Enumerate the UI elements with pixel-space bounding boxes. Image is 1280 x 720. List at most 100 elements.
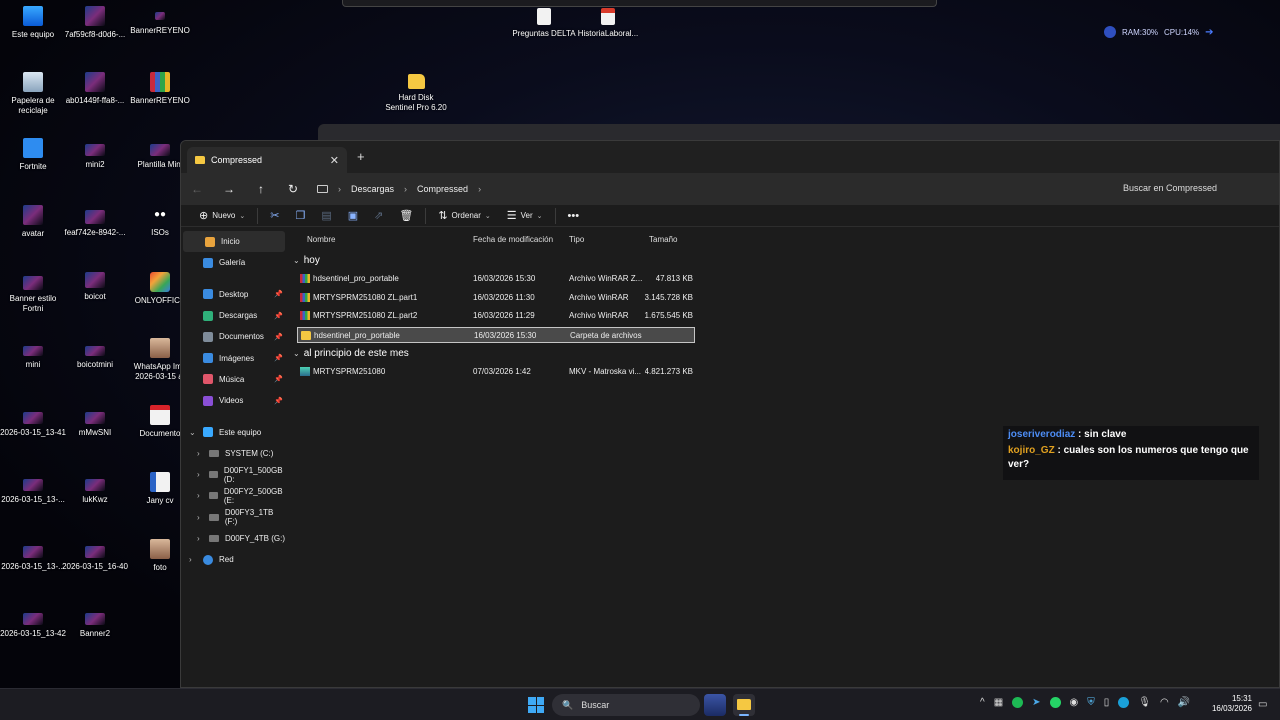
desktop-icon-image[interactable]: lukKwz bbox=[62, 479, 128, 505]
desktop-icon-banner2[interactable]: Banner2 bbox=[62, 613, 128, 639]
more-options-button[interactable]: ••• bbox=[560, 206, 588, 226]
sidebar-item-red[interactable]: › Red bbox=[181, 549, 287, 570]
desktop-icon-historia-laboral[interactable]: HistoriaLaboral... bbox=[575, 8, 641, 39]
desktop-icon-banner[interactable]: BannerREYENO bbox=[127, 6, 193, 36]
desktop-icon-este-equipo[interactable]: Este equipo bbox=[0, 6, 66, 40]
copy-button[interactable]: ❐ bbox=[287, 206, 313, 226]
this-pc-icon[interactable] bbox=[317, 185, 328, 193]
desktop-icon-image[interactable]: mMwSNI bbox=[62, 412, 128, 438]
security-icon[interactable]: ⛨ bbox=[1087, 697, 1095, 708]
group-header-este-mes[interactable]: ⌄ al principio de este mes bbox=[293, 348, 409, 359]
desktop-icon-screenshot[interactable]: 2026-03-15_13-42 bbox=[0, 613, 66, 639]
desktop-icon-preguntas-delta[interactable]: Preguntas DELTA bbox=[511, 8, 577, 39]
desktop-icon-screenshot[interactable]: 2026-03-15_13-... bbox=[0, 546, 66, 572]
desktop-icon-image[interactable]: boicot bbox=[62, 272, 128, 302]
sidebar-item-drive-e[interactable]: › D00FY2_500GB (E: bbox=[181, 485, 287, 506]
close-icon[interactable]: ✕ bbox=[330, 154, 339, 167]
back-button[interactable]: ← bbox=[181, 182, 213, 196]
volume-icon[interactable]: 🔊 bbox=[1178, 697, 1190, 708]
sidebar-item-musica[interactable]: Música 📌 bbox=[181, 369, 287, 390]
sidebar-item-drive-c[interactable]: › SYSTEM (C:) bbox=[181, 443, 287, 464]
chevron-up-icon[interactable]: ^ bbox=[980, 697, 985, 708]
desktop-icon-image[interactable]: ab01449f-ffa8-... bbox=[62, 72, 128, 106]
telegram-icon[interactable]: ➤ bbox=[1032, 697, 1040, 708]
clock[interactable]: 15:31 16/03/2026 bbox=[1206, 694, 1252, 714]
desktop-icon-recycle-bin[interactable]: Papelera de reciclaje bbox=[0, 72, 66, 116]
column-header-size[interactable]: Tamaño bbox=[649, 235, 677, 244]
taskbar-search[interactable]: 🔍 Buscar bbox=[552, 694, 700, 716]
breadcrumb-compressed[interactable]: Compressed bbox=[417, 184, 468, 194]
whatsapp-icon[interactable] bbox=[1049, 697, 1061, 708]
microphone-icon[interactable]: 🎙 bbox=[1138, 697, 1151, 708]
column-header-date[interactable]: Fecha de modificación bbox=[473, 235, 553, 244]
rename-button[interactable]: ▣ bbox=[340, 206, 366, 226]
refresh-button[interactable]: ↻ bbox=[277, 182, 309, 196]
chevron-right-icon[interactable]: › bbox=[197, 470, 200, 479]
sidebar-item-descargas[interactable]: Descargas 📌 bbox=[181, 305, 287, 326]
tray-app-icon[interactable]: ▯ bbox=[1104, 697, 1110, 708]
column-header-type[interactable]: Tipo bbox=[569, 235, 584, 244]
desktop-icon-image[interactable]: avatar bbox=[0, 205, 66, 239]
sidebar-item-drive-d[interactable]: › D00FY1_500GB (D: bbox=[181, 464, 287, 485]
chevron-right-icon[interactable]: › bbox=[404, 184, 407, 194]
desktop-icon-image[interactable]: 7af59cf8-d0d6-... bbox=[62, 6, 128, 40]
chevron-right-icon[interactable]: › bbox=[197, 534, 200, 543]
sidebar-item-desktop[interactable]: Desktop 📌 bbox=[181, 284, 287, 305]
file-row[interactable]: MRTYSPRM251080 ZL.part1 16/03/2026 11:30… bbox=[297, 290, 695, 306]
sidebar-item-documentos[interactable]: Documentos 📌 bbox=[181, 326, 287, 347]
breadcrumb-descargas[interactable]: Descargas bbox=[351, 184, 394, 194]
sort-button[interactable]: ⇅ Ordenar ⌄ bbox=[430, 206, 498, 226]
desktop-icon-image[interactable]: Banner estilo Fortni bbox=[0, 276, 66, 314]
up-button[interactable]: ↑ bbox=[245, 182, 277, 196]
share-button[interactable]: ⇗ bbox=[366, 206, 391, 226]
sidebar-item-imagenes[interactable]: Imágenes 📌 bbox=[181, 347, 287, 368]
desktop-icon-fortnite[interactable]: Fortnite bbox=[0, 138, 66, 172]
desktop-icon-screenshot[interactable]: 2026-03-15_13-... bbox=[0, 479, 66, 505]
wifi-icon[interactable]: ◠ bbox=[1160, 697, 1169, 708]
new-tab-button[interactable]: + bbox=[357, 149, 365, 164]
desktop-icon-banner-rar[interactable]: BannerREYENO bbox=[127, 72, 193, 106]
discord-icon[interactable]: ◉ bbox=[1070, 697, 1079, 708]
desktop-icon-image[interactable]: mini2 bbox=[62, 144, 128, 170]
delete-button[interactable]: 🗑 bbox=[391, 206, 421, 226]
column-header-name[interactable]: Nombre bbox=[307, 235, 335, 244]
spotify-icon[interactable] bbox=[1012, 697, 1024, 708]
search-input[interactable]: Buscar en Compressed bbox=[1123, 183, 1217, 193]
group-header-hoy[interactable]: ⌄ hoy bbox=[293, 255, 320, 266]
taskbar-app-icon[interactable] bbox=[704, 694, 726, 716]
chevron-right-icon[interactable]: › bbox=[478, 184, 481, 194]
sidebar-item-galeria[interactable]: Galería bbox=[181, 252, 287, 273]
desktop-icon-screenshot[interactable]: 2026-03-15_16-40 bbox=[62, 546, 128, 572]
view-button[interactable]: ☰ Ver ⌄ bbox=[499, 206, 551, 226]
file-row[interactable]: MRTYSPRM251080 ZL.part2 16/03/2026 11:29… bbox=[297, 308, 695, 324]
chevron-right-icon[interactable]: › bbox=[338, 184, 341, 194]
cut-button[interactable]: ✂ bbox=[262, 206, 287, 226]
notification-icon[interactable]: ▭ bbox=[1258, 699, 1267, 710]
chevron-down-icon[interactable]: ⌄ bbox=[189, 428, 196, 437]
file-row-selected[interactable]: hdsentinel_pro_portable 16/03/2026 15:30… bbox=[297, 327, 695, 343]
tray-app-icon[interactable]: ▦ bbox=[994, 697, 1003, 708]
paste-button[interactable]: ▤ bbox=[313, 206, 339, 226]
tab-compressed[interactable]: Compressed ✕ bbox=[187, 147, 347, 173]
chevron-right-icon[interactable]: › bbox=[197, 513, 200, 522]
chevron-right-icon[interactable]: › bbox=[197, 491, 200, 500]
sidebar-item-inicio[interactable]: Inicio bbox=[183, 231, 285, 253]
desktop-icon-hard-disk-sentinel[interactable]: Hard Disk Sentinel Pro 6.20 bbox=[383, 74, 449, 113]
desktop-icon-screenshot[interactable]: 2026-03-15_13-41 bbox=[0, 412, 66, 438]
desktop-icon-image[interactable]: boicotmini bbox=[62, 346, 128, 370]
forward-button[interactable]: → bbox=[213, 182, 245, 196]
sidebar-item-drive-f[interactable]: › D00FY3_1TB (F:) bbox=[181, 507, 287, 528]
chevron-right-icon[interactable]: › bbox=[189, 555, 192, 564]
chevron-right-icon[interactable]: › bbox=[197, 449, 200, 458]
tray-app-icon[interactable] bbox=[1118, 697, 1130, 708]
desktop-icon-image[interactable]: feaf742e-8942-... bbox=[62, 210, 128, 238]
file-row[interactable]: MRTYSPRM251080 07/03/2026 1:42 MKV - Mat… bbox=[297, 364, 695, 380]
windows-start-icon[interactable] bbox=[528, 697, 544, 713]
file-row[interactable]: hdsentinel_pro_portable 16/03/2026 15:30… bbox=[297, 271, 695, 287]
sidebar-item-drive-g[interactable]: › D00FY_4TB (G:) bbox=[181, 528, 287, 549]
sidebar-item-videos[interactable]: Videos 📌 bbox=[181, 390, 287, 411]
desktop-icon-image[interactable]: mini bbox=[0, 346, 66, 370]
file-explorer-taskbar-icon[interactable] bbox=[733, 694, 755, 716]
new-button[interactable]: ⊕ Nuevo ⌄ bbox=[191, 206, 253, 226]
sidebar-item-este-equipo[interactable]: ⌄ Este equipo bbox=[181, 421, 287, 442]
